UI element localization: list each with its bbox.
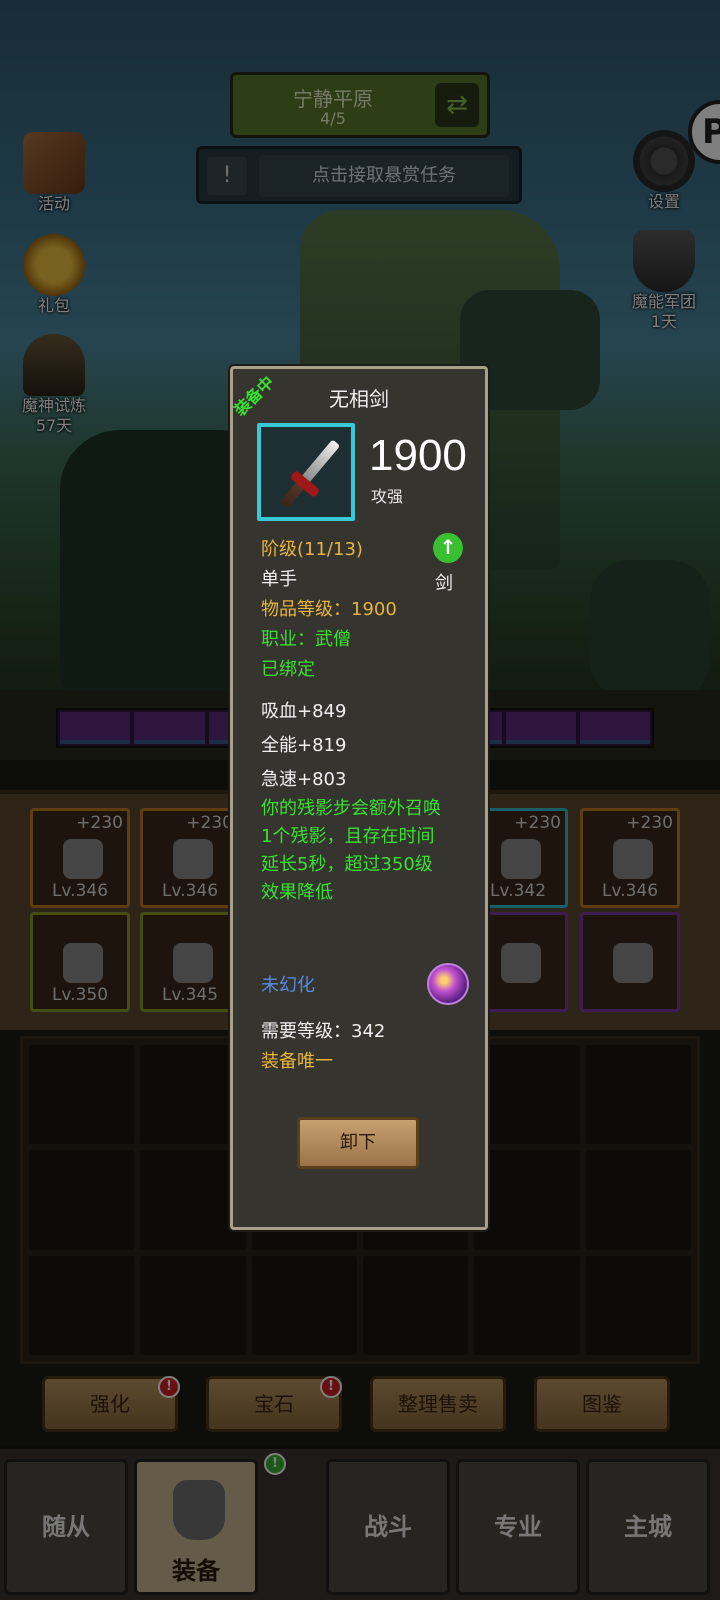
item-hand: 单手 [261, 569, 297, 590]
item-tier: 阶级(11/13) [261, 539, 363, 560]
item-name: 无相剑 [329, 387, 389, 411]
item-power: 1900 [369, 431, 467, 480]
sword-icon [279, 439, 341, 509]
transmog-status: 未幻化 [261, 975, 315, 996]
unequip-button[interactable]: 卸下 [297, 1117, 419, 1169]
item-effect: 你的残影步会额外召唤1个残影，且存在时间延长5秒，超过350级效果降低 [261, 798, 441, 903]
item-power-label: 攻强 [371, 487, 404, 506]
unique-equipped: 装备唯一 [261, 1051, 333, 1072]
item-level: 物品等级：1900 [261, 599, 397, 620]
transmog-icon[interactable] [427, 963, 469, 1005]
item-bound: 已绑定 [261, 659, 315, 680]
item-class: 职业：武僧 [261, 629, 351, 650]
upgrade-arrow-icon: ↑ [433, 533, 463, 563]
stat-versatility: 全能+819 [261, 735, 347, 756]
required-level: 需要等级：342 [261, 1021, 386, 1042]
stat-haste: 急速+803 [261, 769, 347, 790]
item-tooltip: 装备中 无相剑 1900 攻强 阶级(11/13) ↑ 剑 单手 物品等级：19… [230, 366, 488, 1230]
item-icon-frame [257, 423, 355, 521]
stat-lifesteal: 吸血+849 [261, 701, 347, 722]
weapon-type: 剑 [435, 573, 453, 594]
